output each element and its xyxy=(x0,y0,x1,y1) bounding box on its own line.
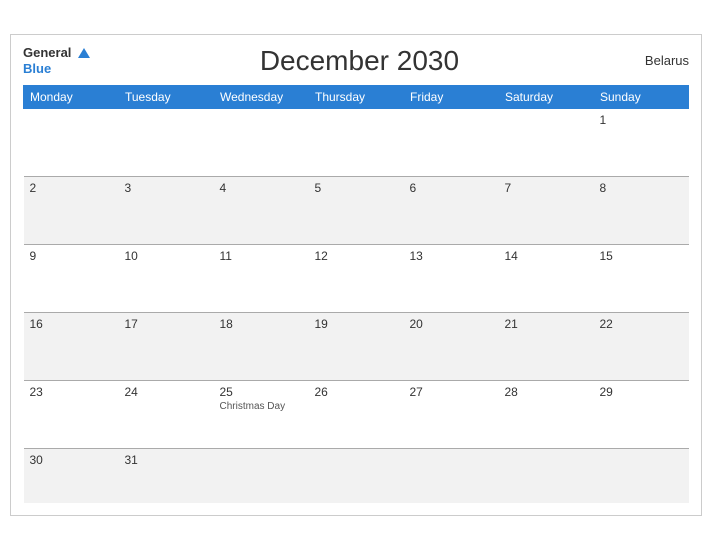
calendar-cell: 4 xyxy=(214,176,309,244)
day-number: 30 xyxy=(30,453,113,467)
calendar-table: MondayTuesdayWednesdayThursdayFridaySatu… xyxy=(23,85,689,504)
day-number: 11 xyxy=(220,249,303,263)
day-number: 19 xyxy=(315,317,398,331)
day-number: 12 xyxy=(315,249,398,263)
calendar-cell: 18 xyxy=(214,312,309,380)
day-number: 10 xyxy=(125,249,208,263)
day-number: 20 xyxy=(410,317,493,331)
weekday-header-tuesday: Tuesday xyxy=(119,85,214,108)
day-number: 22 xyxy=(600,317,683,331)
weekday-header-monday: Monday xyxy=(24,85,119,108)
calendar-cell: 9 xyxy=(24,244,119,312)
logo-general-text: General xyxy=(23,45,71,60)
calendar-cell: 1 xyxy=(594,108,689,176)
day-number: 26 xyxy=(315,385,398,399)
day-number: 24 xyxy=(125,385,208,399)
calendar-header: General Blue December 2030 Belarus xyxy=(23,45,689,77)
day-number: 29 xyxy=(600,385,683,399)
day-number: 18 xyxy=(220,317,303,331)
calendar-cell: 3 xyxy=(119,176,214,244)
calendar-cell: 27 xyxy=(404,380,499,448)
day-number: 8 xyxy=(600,181,683,195)
day-number: 28 xyxy=(505,385,588,399)
day-number: 6 xyxy=(410,181,493,195)
day-number: 27 xyxy=(410,385,493,399)
week-row-1: 1 xyxy=(24,108,689,176)
calendar-cell: 28 xyxy=(499,380,594,448)
logo-triangle-icon xyxy=(78,48,90,58)
day-number: 15 xyxy=(600,249,683,263)
calendar-cell: 20 xyxy=(404,312,499,380)
calendar-cell: 24 xyxy=(119,380,214,448)
calendar-cell: 21 xyxy=(499,312,594,380)
calendar-cell: 16 xyxy=(24,312,119,380)
weekday-header-saturday: Saturday xyxy=(499,85,594,108)
calendar-cell xyxy=(404,448,499,503)
day-number: 9 xyxy=(30,249,113,263)
calendar-cell xyxy=(309,448,404,503)
calendar-cell: 17 xyxy=(119,312,214,380)
calendar-cell: 26 xyxy=(309,380,404,448)
weekday-header-friday: Friday xyxy=(404,85,499,108)
calendar-cell xyxy=(309,108,404,176)
calendar-cell: 5 xyxy=(309,176,404,244)
weekday-header-sunday: Sunday xyxy=(594,85,689,108)
day-number: 16 xyxy=(30,317,113,331)
day-number: 5 xyxy=(315,181,398,195)
day-number: 7 xyxy=(505,181,588,195)
weekday-header-thursday: Thursday xyxy=(309,85,404,108)
calendar-cell: 30 xyxy=(24,448,119,503)
day-number: 23 xyxy=(30,385,113,399)
calendar-cell: 31 xyxy=(119,448,214,503)
calendar-title: December 2030 xyxy=(90,45,629,77)
calendar-cell xyxy=(214,108,309,176)
day-number: 25 xyxy=(220,385,303,399)
calendar: General Blue December 2030 Belarus Monda… xyxy=(10,34,702,517)
day-number: 4 xyxy=(220,181,303,195)
day-number: 31 xyxy=(125,453,208,467)
calendar-cell: 10 xyxy=(119,244,214,312)
day-number: 17 xyxy=(125,317,208,331)
logo-top: General xyxy=(23,45,90,61)
week-row-2: 2345678 xyxy=(24,176,689,244)
calendar-cell: 7 xyxy=(499,176,594,244)
calendar-cell xyxy=(404,108,499,176)
calendar-cell xyxy=(499,108,594,176)
day-number: 21 xyxy=(505,317,588,331)
calendar-cell: 22 xyxy=(594,312,689,380)
calendar-cell: 2 xyxy=(24,176,119,244)
week-row-5: 23 24 25 Christmas Day 26 27 28 29 xyxy=(24,380,689,448)
logo-blue-text: Blue xyxy=(23,61,51,76)
calendar-cell: 13 xyxy=(404,244,499,312)
day-number: 1 xyxy=(600,113,683,127)
calendar-cell: 8 xyxy=(594,176,689,244)
calendar-cell: 29 xyxy=(594,380,689,448)
calendar-cell: 11 xyxy=(214,244,309,312)
weekday-header-wednesday: Wednesday xyxy=(214,85,309,108)
calendar-cell: 25 Christmas Day xyxy=(214,380,309,448)
day-number: 3 xyxy=(125,181,208,195)
calendar-cell: 15 xyxy=(594,244,689,312)
day-number: 2 xyxy=(30,181,113,195)
calendar-cell: 14 xyxy=(499,244,594,312)
calendar-cell xyxy=(594,448,689,503)
weekday-header-row: MondayTuesdayWednesdayThursdayFridaySatu… xyxy=(24,85,689,108)
calendar-cell xyxy=(119,108,214,176)
calendar-country: Belarus xyxy=(629,53,689,68)
day-number: 13 xyxy=(410,249,493,263)
day-number: 14 xyxy=(505,249,588,263)
week-row-4: 16 17 18 19 20 21 22 xyxy=(24,312,689,380)
calendar-cell xyxy=(499,448,594,503)
calendar-cell xyxy=(214,448,309,503)
calendar-cell: 12 xyxy=(309,244,404,312)
week-row-6: 30 31 xyxy=(24,448,689,503)
calendar-cell xyxy=(24,108,119,176)
week-row-3: 9 10 11 12 13 14 15 xyxy=(24,244,689,312)
logo: General Blue xyxy=(23,45,90,77)
calendar-cell: 6 xyxy=(404,176,499,244)
calendar-cell: 19 xyxy=(309,312,404,380)
day-event: Christmas Day xyxy=(220,401,303,412)
calendar-cell: 23 xyxy=(24,380,119,448)
